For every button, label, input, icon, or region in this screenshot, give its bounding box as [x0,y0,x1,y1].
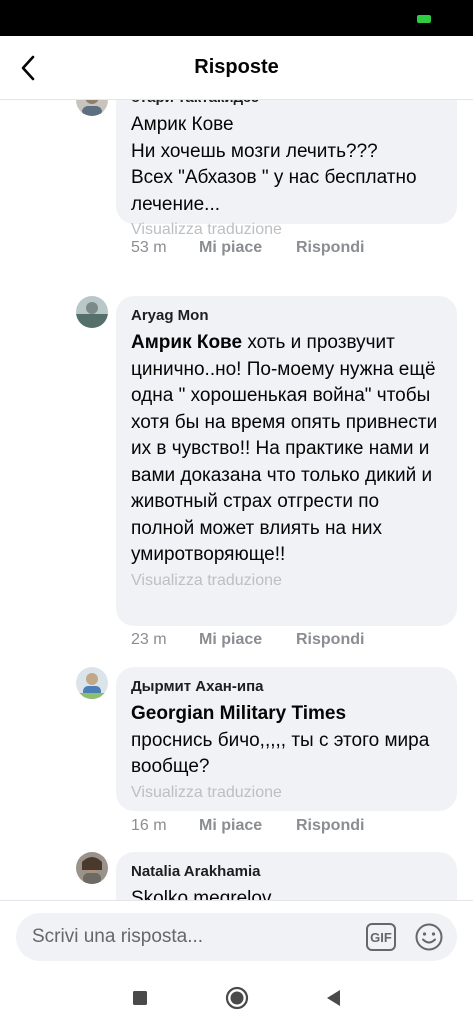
comment-bubble: Natalia Arakhamia Skolko megrelov [116,852,457,900]
like-button[interactable]: Mi piace [199,631,296,649]
comment-body: проснись бичо,,,,, ты с этого мира вообщ… [131,729,430,778]
circle-icon [225,986,249,1010]
comment-mention[interactable]: Амрик Кове [131,332,242,353]
comment-body: хоть и прозвучит цинично..но! По-моему н… [131,332,438,565]
like-button[interactable]: Mi piace [199,817,296,835]
reply-input-container: GIF [16,913,457,961]
translate-link[interactable]: Visualizza traduzione [131,782,443,804]
comment-actions: 53 m Mi piace Rispondi [131,239,364,257]
comment-text: Амрик Кове хоть и прозвучит цинично..но!… [131,330,443,569]
system-nav-bar [0,968,473,1024]
avatar[interactable] [76,667,108,699]
comment-author[interactable]: Дырмит Ахан-ипа [131,677,443,697]
comment-bubble: Дырмит Ахан-ипа Georgian Military Times п… [116,667,457,811]
reply-button[interactable]: Rispondi [296,239,364,257]
triangle-back-icon [327,990,340,1006]
comment-author[interactable]: Aryag Mon [131,306,443,326]
replies-list: отари тактакидзе Амрик Кове Ни хочешь мо… [0,100,473,900]
comment-actions: 23 m Mi piace Rispondi [131,631,364,649]
battery-icon [417,15,431,23]
translate-link[interactable]: Visualizza traduzione [131,219,443,241]
avatar[interactable] [76,100,108,116]
status-bar [0,0,473,36]
comment-time: 16 m [131,817,167,834]
comment-text: Амрик Кове Ни хочешь мозги лечить??? Все… [131,112,443,218]
like-button[interactable]: Mi piace [199,239,296,257]
comment-bubble: Aryag Mon Амрик Кове хоть и прозвучит ци… [116,296,457,626]
emoji-button[interactable] [414,922,444,952]
comment-author[interactable]: Natalia Arakhamia [131,862,443,882]
comment-time: 23 m [131,631,167,648]
comment-mention[interactable]: Georgian Military Times [131,701,443,728]
avatar[interactable] [76,296,108,328]
app-header: Risposte [0,36,473,100]
comment-actions: 16 m Mi piace Rispondi [131,817,364,835]
page-title: Risposte [194,56,279,78]
reply-button[interactable]: Rispondi [296,817,364,835]
reply-button[interactable]: Rispondi [296,631,364,649]
translate-link[interactable]: Visualizza traduzione [131,570,443,592]
comment-time: 53 m [131,239,167,256]
comment-text: Georgian Military Times проснись бичо,,,,… [131,701,443,781]
reply-composer: GIF [0,900,473,968]
comment-body: Амрик Кове Ни хочешь мозги лечить??? Все… [131,114,417,215]
comment-text: Skolko megrelov [131,886,443,900]
comment-bubble: отари тактакидзе Амрик Кове Ни хочешь мо… [116,100,457,238]
home-button[interactable] [223,984,251,1012]
reply-input[interactable] [32,913,352,961]
back-nav-button[interactable] [320,984,348,1012]
smiley-icon [415,923,443,951]
comment-body: Skolko megrelov [131,888,272,900]
square-icon [133,991,147,1005]
gif-button[interactable]: GIF [366,923,396,951]
avatar[interactable] [76,852,108,884]
recents-button[interactable] [126,984,154,1012]
comment-author[interactable]: отари тактакидзе [131,100,443,108]
